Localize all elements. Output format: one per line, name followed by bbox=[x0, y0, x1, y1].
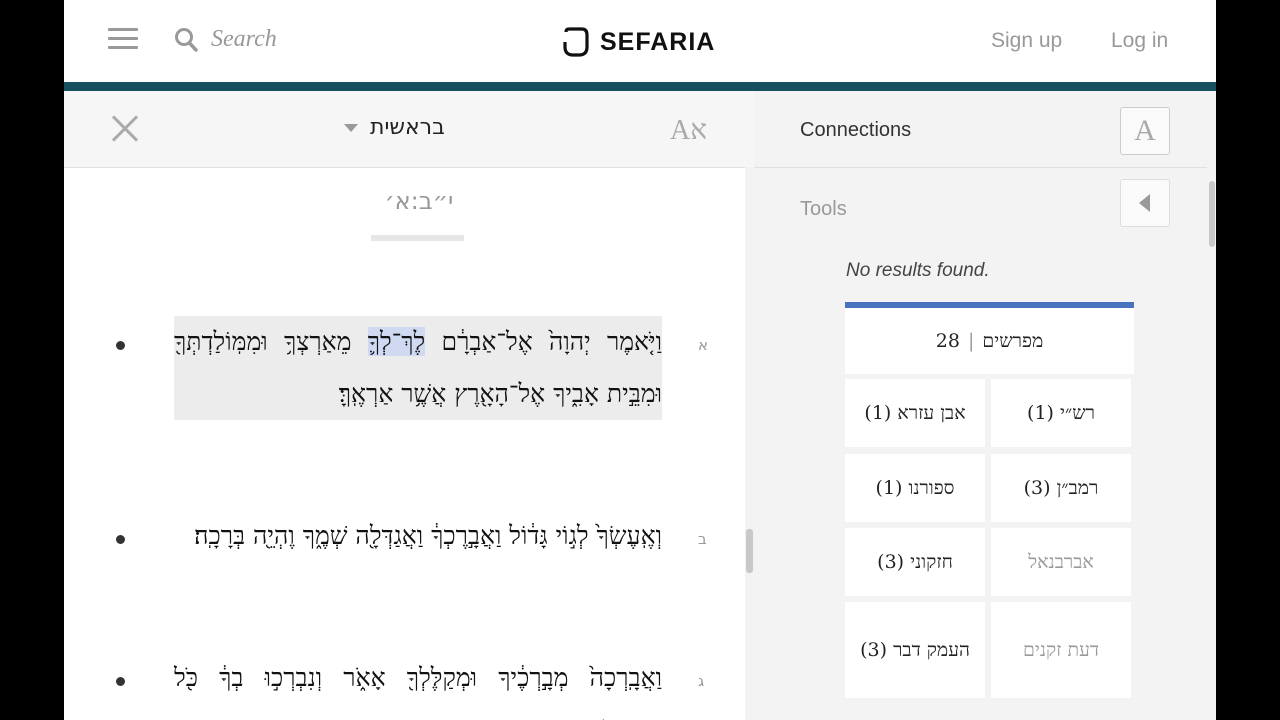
connections-scrollbar[interactable] bbox=[1207, 167, 1216, 720]
verse-bullet bbox=[116, 535, 125, 544]
verse-number: א bbox=[698, 336, 709, 354]
verse-3-text: וַאֲבָֽרְכָה֙ מְבָ֣רְכֶ֔יךָ וּמְקַלֶּלְך… bbox=[174, 663, 662, 720]
commentary-item[interactable]: חזקוני (3) bbox=[845, 528, 985, 596]
sefaria-logo-icon bbox=[563, 27, 589, 57]
commentary-item[interactable]: אבן עזרא (1) bbox=[845, 379, 985, 447]
verse-1[interactable]: וַיֹּ֤אמֶר יְהוָה֙ אֶל־אַבְרָ֔ם לֶךְ־לְך… bbox=[174, 316, 662, 420]
verse-number: ב bbox=[698, 530, 707, 548]
font-size-button[interactable]: A bbox=[1120, 107, 1170, 155]
sefaria-logo[interactable]: SEFARIA bbox=[562, 24, 715, 60]
sign-up-link[interactable]: Sign up bbox=[991, 29, 1062, 53]
commentary-item[interactable]: רמב״ן (3) bbox=[991, 454, 1131, 522]
commentary-item[interactable]: רש״י (1) bbox=[991, 379, 1131, 447]
no-results-message: No results found. bbox=[846, 260, 990, 281]
connections-header: Connections A bbox=[754, 91, 1216, 168]
header-accent-bar bbox=[64, 82, 1216, 91]
text-panel: בראשית Aא י״ב:א׳ וַיֹּ֤אמֶר יְהוָה֙ אֶל־… bbox=[64, 91, 754, 720]
language-toggle-icon[interactable]: Aא bbox=[670, 115, 707, 147]
close-icon[interactable] bbox=[110, 113, 140, 143]
verse-2-text: וְאֶֽעֶשְׂךָ֙ לְג֣וֹי גָּד֔וֹל וַאֲבָ֣רֶ… bbox=[194, 521, 662, 550]
verse-bullet bbox=[116, 341, 125, 350]
caret-down-icon bbox=[344, 123, 358, 132]
commentary-item[interactable]: העמק דבר (3) bbox=[845, 602, 985, 698]
category-commentary[interactable]: מפרשים|28 bbox=[845, 308, 1134, 374]
back-button[interactable] bbox=[1120, 179, 1170, 227]
tools-link[interactable]: Tools bbox=[800, 198, 847, 221]
text-scrollbar-thumb[interactable] bbox=[746, 529, 753, 573]
commentary-item[interactable]: דעת זקנים bbox=[991, 602, 1131, 698]
menu-icon[interactable] bbox=[108, 26, 140, 52]
verse-number: ג bbox=[698, 672, 705, 690]
commentary-item[interactable]: ספורנו (1) bbox=[845, 454, 985, 522]
selected-text[interactable]: לֶךְ־לְךָ֛ bbox=[367, 327, 426, 356]
verse-2[interactable]: וְאֶֽעֶשְׂךָ֙ לְג֣וֹי גָּד֔וֹל וַאֲבָ֣רֶ… bbox=[174, 510, 662, 562]
logo-text: SEFARIA bbox=[600, 27, 716, 56]
sefaria-app: Search SEFARIA Sign up Log in בראשית Aא … bbox=[64, 0, 1216, 720]
triangle-left-icon bbox=[1139, 194, 1150, 212]
text-scrollbar[interactable] bbox=[745, 167, 754, 720]
connections-title: Connections bbox=[800, 119, 912, 141]
search-icon[interactable] bbox=[174, 27, 198, 53]
book-title-dropdown[interactable]: בראשית bbox=[344, 115, 445, 140]
top-header: Search SEFARIA Sign up Log in bbox=[64, 0, 1216, 82]
text-panel-header: בראשית Aא bbox=[64, 91, 754, 168]
section-reference: י״ב:א׳ bbox=[384, 187, 454, 215]
verse-1-text: וַיֹּ֤אמֶר יְהוָה֙ אֶל־אַבְרָ֔ם לֶךְ־לְך… bbox=[174, 327, 662, 408]
verse-bullet bbox=[116, 677, 125, 686]
connections-scrollbar-thumb[interactable] bbox=[1209, 181, 1215, 247]
log-in-link[interactable]: Log in bbox=[1111, 29, 1168, 53]
connections-panel: Connections A Tools No results found. מפ… bbox=[754, 91, 1216, 720]
book-title: בראשית bbox=[370, 115, 445, 140]
commentary-item[interactable]: אברבנאל bbox=[991, 528, 1131, 596]
section-divider bbox=[371, 235, 464, 241]
verse-3[interactable]: וַאֲבָֽרְכָה֙ מְבָ֣רְכֶ֔יךָ וּמְקַלֶּלְך… bbox=[174, 652, 662, 720]
search-input[interactable]: Search bbox=[211, 26, 277, 53]
